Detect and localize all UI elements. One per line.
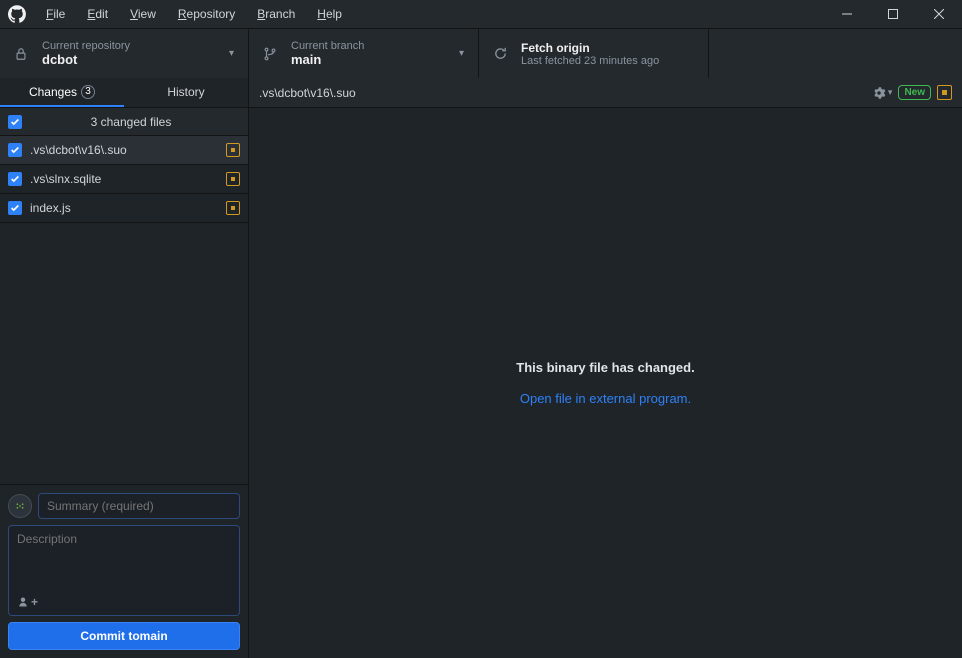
tab-history[interactable]: History [124,78,248,107]
chevron-down-icon: ▾ [229,48,234,59]
menu-edit[interactable]: Edit [77,3,118,25]
file-row[interactable]: .vs\slnx.sqlite [0,165,248,194]
avatar [8,494,32,518]
commit-button[interactable]: Commit to main [8,622,240,650]
modified-badge-icon [937,85,952,100]
file-row[interactable]: .vs\dcbot\v16\.suo [0,136,248,165]
sidebar: Changes 3 History 3 changed files .vs\dc… [0,78,249,658]
title-bar: File Edit View Repository Branch Help [0,0,962,28]
commit-description-input[interactable] [17,532,231,586]
branch-selector[interactable]: Current branch main ▾ [249,29,479,78]
app-menu: File Edit View Repository Branch Help [36,3,352,25]
diff-settings-button[interactable]: ▾ [872,86,893,100]
menu-file[interactable]: File [36,3,75,25]
files-header[interactable]: 3 changed files [0,108,248,136]
maximize-button[interactable] [870,0,916,28]
diff-header: .vs\dcbot\v16\.suo ▾ New [249,78,962,108]
file-name: .vs\dcbot\v16\.suo [30,143,218,157]
sync-icon [493,46,509,61]
add-coauthor-button[interactable]: + [17,595,231,609]
file-row[interactable]: index.js [0,194,248,223]
commit-form: + Commit to main [0,484,248,658]
repo-value: dcbot [42,52,130,67]
lock-icon [14,47,30,61]
github-logo-icon [8,5,26,23]
minimize-button[interactable] [824,0,870,28]
chevron-down-icon: ▾ [459,48,464,59]
tab-history-label: History [167,85,204,99]
window-controls [824,0,962,28]
git-branch-icon [263,47,279,61]
diff-file-path: .vs\dcbot\v16\.suo [259,86,872,100]
file-checkbox[interactable] [8,201,22,215]
menu-view[interactable]: View [120,3,166,25]
menu-help[interactable]: Help [307,3,352,25]
modified-badge-icon [226,201,240,215]
select-all-checkbox[interactable] [8,115,22,129]
commit-summary-input[interactable] [38,493,240,519]
tab-changes-label: Changes [29,85,77,99]
tab-changes[interactable]: Changes 3 [0,78,124,107]
toolbar: Current repository dcbot ▾ Current branc… [0,28,962,78]
file-name: index.js [30,201,218,215]
repo-label: Current repository [42,40,130,52]
commit-button-prefix: Commit to [80,629,139,643]
commit-button-branch: main [140,629,168,643]
menu-repository[interactable]: Repository [168,3,245,25]
close-button[interactable] [916,0,962,28]
file-checkbox[interactable] [8,172,22,186]
file-name: .vs\slnx.sqlite [30,172,218,186]
changed-files-list: .vs\dcbot\v16\.suo .vs\slnx.sqlite index.j… [0,136,248,223]
repo-selector[interactable]: Current repository dcbot ▾ [0,29,249,78]
open-external-link[interactable]: Open file in external program. [520,391,691,406]
branch-value: main [291,52,364,67]
sidebar-tabs: Changes 3 History [0,78,248,108]
modified-badge-icon [226,172,240,186]
menu-branch[interactable]: Branch [247,3,305,25]
diff-pane: .vs\dcbot\v16\.suo ▾ New This binary fil… [249,78,962,658]
file-checkbox[interactable] [8,143,22,157]
files-header-text: 3 changed files [22,115,240,129]
split-unified-toggle[interactable]: New [898,85,931,100]
fetch-origin-button[interactable]: Fetch origin Last fetched 23 minutes ago [479,29,709,78]
modified-badge-icon [226,143,240,157]
changes-count-badge: 3 [81,85,95,99]
fetch-label: Fetch origin [521,41,659,55]
binary-file-message: This binary file has changed. [516,360,694,375]
branch-label: Current branch [291,40,364,52]
diff-body: This binary file has changed. Open file … [249,108,962,658]
fetch-status: Last fetched 23 minutes ago [521,55,659,67]
